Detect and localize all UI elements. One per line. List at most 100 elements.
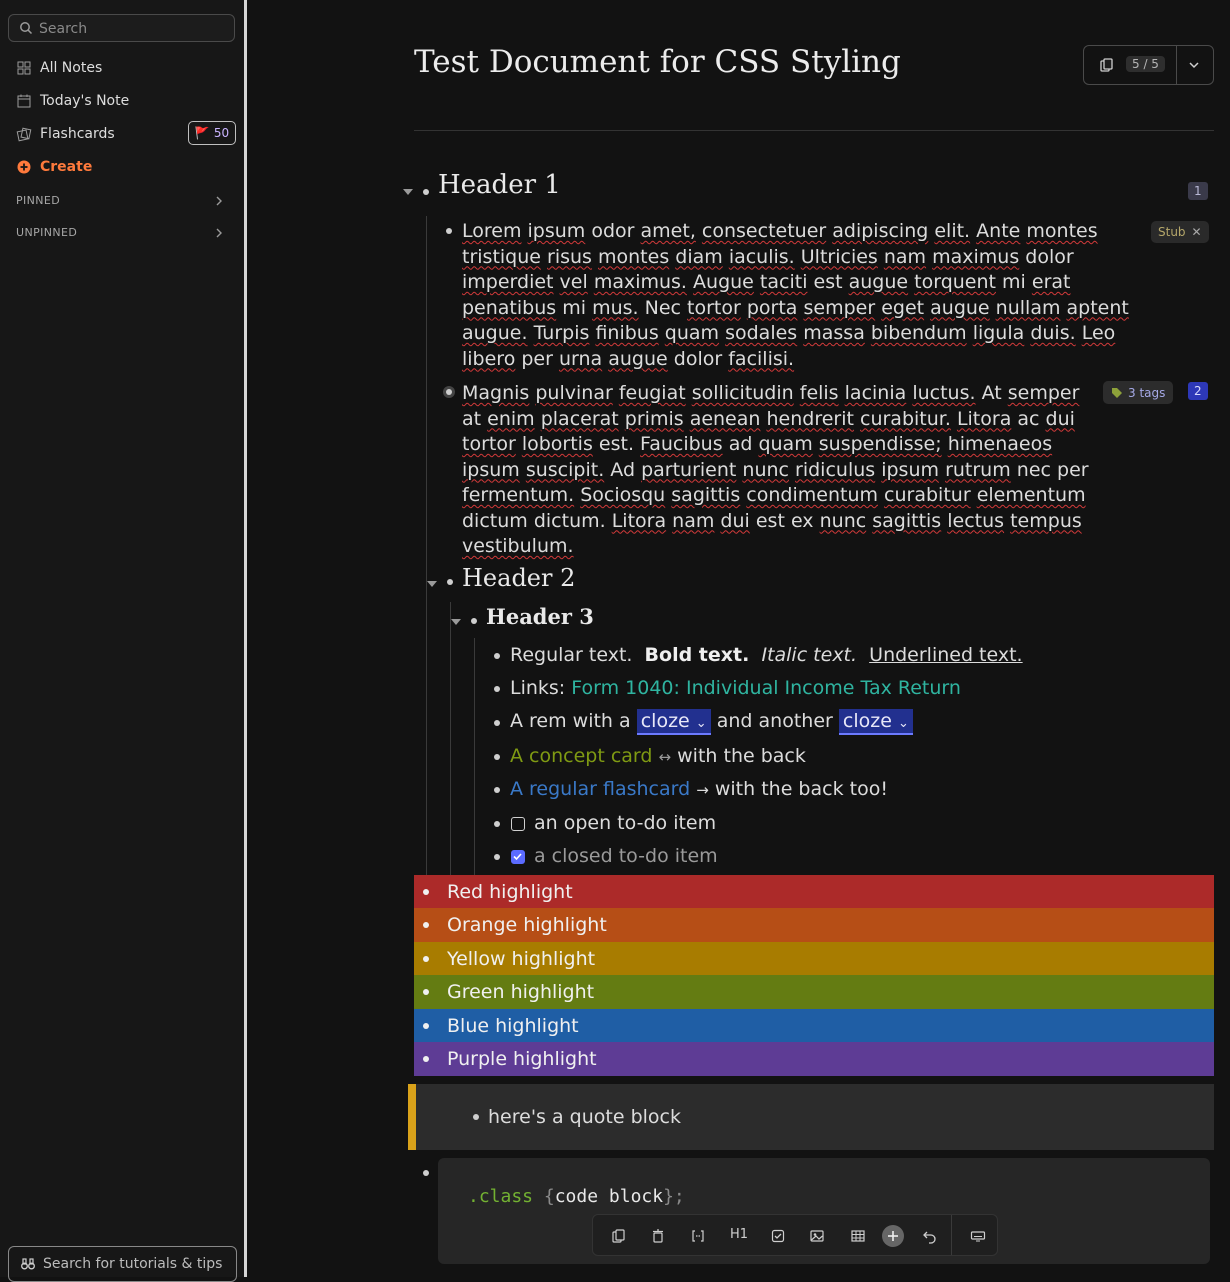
bullet[interactable] xyxy=(446,228,452,234)
collapse-toggle-icon[interactable] xyxy=(427,581,437,587)
highlight-yellow[interactable]: Yellow highlight xyxy=(414,942,1214,976)
count-badge[interactable]: 1 xyxy=(1188,182,1208,200)
bullet[interactable] xyxy=(423,922,429,928)
close-icon[interactable]: ✕ xyxy=(1192,225,1202,239)
trash-cards-icon[interactable] xyxy=(650,1228,666,1244)
word: Leo xyxy=(1081,322,1116,344)
heading-2[interactable]: Header 2 xyxy=(462,564,575,592)
section-pinned[interactable]: PINNED xyxy=(16,194,60,207)
collapse-toggle-icon[interactable] xyxy=(403,189,413,195)
bullet[interactable] xyxy=(423,189,429,195)
paragraph[interactable]: Lorem ipsum odor amet, consectetuer adip… xyxy=(462,219,1142,372)
create-button[interactable]: Create xyxy=(16,155,92,179)
bullet[interactable] xyxy=(446,389,452,395)
highlight-green[interactable]: Green highlight xyxy=(414,975,1214,1009)
bullet[interactable] xyxy=(494,787,500,793)
word: curabitur. xyxy=(860,407,951,430)
bullet[interactable] xyxy=(494,653,500,659)
quote-block[interactable]: here's a quote block xyxy=(408,1084,1214,1150)
highlight-blue[interactable]: Blue highlight xyxy=(414,1009,1214,1043)
heading-1[interactable]: Header 1 xyxy=(438,170,561,200)
bullet[interactable] xyxy=(423,956,429,962)
word: vel xyxy=(559,271,588,293)
image-icon[interactable] xyxy=(809,1228,825,1244)
cloze-icon[interactable] xyxy=(690,1228,706,1244)
heading-3[interactable]: Header 3 xyxy=(486,604,594,629)
bullet[interactable] xyxy=(423,1023,429,1029)
cards-icon[interactable] xyxy=(1098,57,1114,73)
word: mus. xyxy=(592,296,639,319)
todo-open[interactable]: an open to-do item xyxy=(534,812,716,834)
todo-checkbox-checked[interactable] xyxy=(511,850,525,864)
bullet[interactable] xyxy=(423,1056,429,1062)
word: dolor xyxy=(673,347,723,370)
heading-1-button[interactable]: H1 xyxy=(730,1227,748,1242)
table-icon[interactable] xyxy=(850,1228,866,1244)
concept-line[interactable]: A concept card ↔ with the back xyxy=(510,745,806,767)
bullet[interactable] xyxy=(494,854,500,860)
checkbox-icon[interactable] xyxy=(770,1228,786,1244)
word: semper xyxy=(1007,382,1080,404)
word: amet, xyxy=(640,220,696,242)
sidebar-divider[interactable] xyxy=(244,0,247,1277)
chevron-down-icon: ⌄ xyxy=(897,716,909,731)
sidebar-item-todays-note[interactable]: Today's Note xyxy=(16,89,129,113)
bullet[interactable] xyxy=(423,889,429,895)
word: Litora xyxy=(611,509,667,532)
separator xyxy=(951,1215,952,1255)
bullet[interactable] xyxy=(423,1170,429,1176)
keyboard-icon[interactable] xyxy=(970,1228,986,1244)
flag-icon: 🚩 xyxy=(194,126,210,140)
word: facilisi. xyxy=(728,347,795,370)
add-button[interactable] xyxy=(882,1225,904,1247)
sidebar-item-all-notes[interactable]: All Notes xyxy=(16,56,102,80)
cards-icon[interactable] xyxy=(610,1228,626,1244)
bullet[interactable] xyxy=(423,989,429,995)
bullet[interactable] xyxy=(447,579,453,585)
flashcard-line[interactable]: A regular flashcard → with the back too! xyxy=(510,778,888,800)
concept-front: A concept card xyxy=(510,745,653,767)
tags-badge[interactable]: 3 tags xyxy=(1103,381,1174,404)
links-prefix: Links: xyxy=(510,677,566,699)
count-badge[interactable]: 2 xyxy=(1188,382,1208,400)
cloze-1[interactable]: cloze ⌄ xyxy=(636,709,711,735)
word: Ultricies xyxy=(800,245,878,268)
page-title[interactable]: Test Document for CSS Styling xyxy=(414,44,901,80)
code-brace: { xyxy=(543,1186,555,1207)
search-input[interactable]: Search xyxy=(8,14,235,42)
sidebar-item-flashcards[interactable]: Flashcards xyxy=(16,122,115,146)
document-link[interactable]: Form 1040: Individual Income Tax Return xyxy=(571,677,961,699)
todo-closed[interactable]: a closed to-do item xyxy=(534,845,718,867)
word: per xyxy=(1057,458,1089,481)
highlight-orange[interactable]: Orange highlight xyxy=(414,908,1214,942)
bullet[interactable] xyxy=(494,686,500,692)
cloze-2[interactable]: cloze ⌄ xyxy=(838,709,913,735)
highlight-purple[interactable]: Purple highlight xyxy=(414,1042,1214,1076)
flashcards-due-badge[interactable]: 🚩 50 xyxy=(188,121,236,145)
todo-checkbox[interactable] xyxy=(511,817,525,831)
undo-icon[interactable] xyxy=(922,1228,938,1244)
section-unpinned[interactable]: UNPINNED xyxy=(16,226,77,239)
chevron-right-icon[interactable] xyxy=(214,228,224,238)
binoculars-icon xyxy=(21,1258,35,1270)
cloze-line[interactable]: A rem with a cloze ⌄ and another cloze ⌄ xyxy=(510,709,913,735)
format-line[interactable]: Regular text. Bold text. Italic text. Un… xyxy=(510,644,1023,666)
chevron-right-icon[interactable] xyxy=(214,196,224,206)
word: Ad xyxy=(610,458,636,481)
paragraph[interactable]: Magnis pulvinar feugiat sollicitudin fel… xyxy=(462,381,1102,560)
word: sagittis xyxy=(671,484,741,506)
bullet[interactable] xyxy=(471,618,477,624)
links-line[interactable]: Links: Form 1040: Individual Income Tax … xyxy=(510,677,961,699)
bullet[interactable] xyxy=(494,821,500,827)
text: and another xyxy=(716,710,833,732)
highlight-red[interactable]: Red highlight xyxy=(414,875,1214,909)
word: sagittis xyxy=(872,509,942,532)
stub-tag[interactable]: Stub ✕ xyxy=(1151,221,1209,243)
chevron-down-icon[interactable] xyxy=(1188,59,1200,71)
collapse-toggle-icon[interactable] xyxy=(451,619,461,625)
bullet[interactable] xyxy=(494,754,500,760)
divider xyxy=(414,130,1214,131)
bullet[interactable] xyxy=(494,720,500,726)
bullet[interactable] xyxy=(473,1114,479,1120)
word: porta xyxy=(746,296,798,319)
